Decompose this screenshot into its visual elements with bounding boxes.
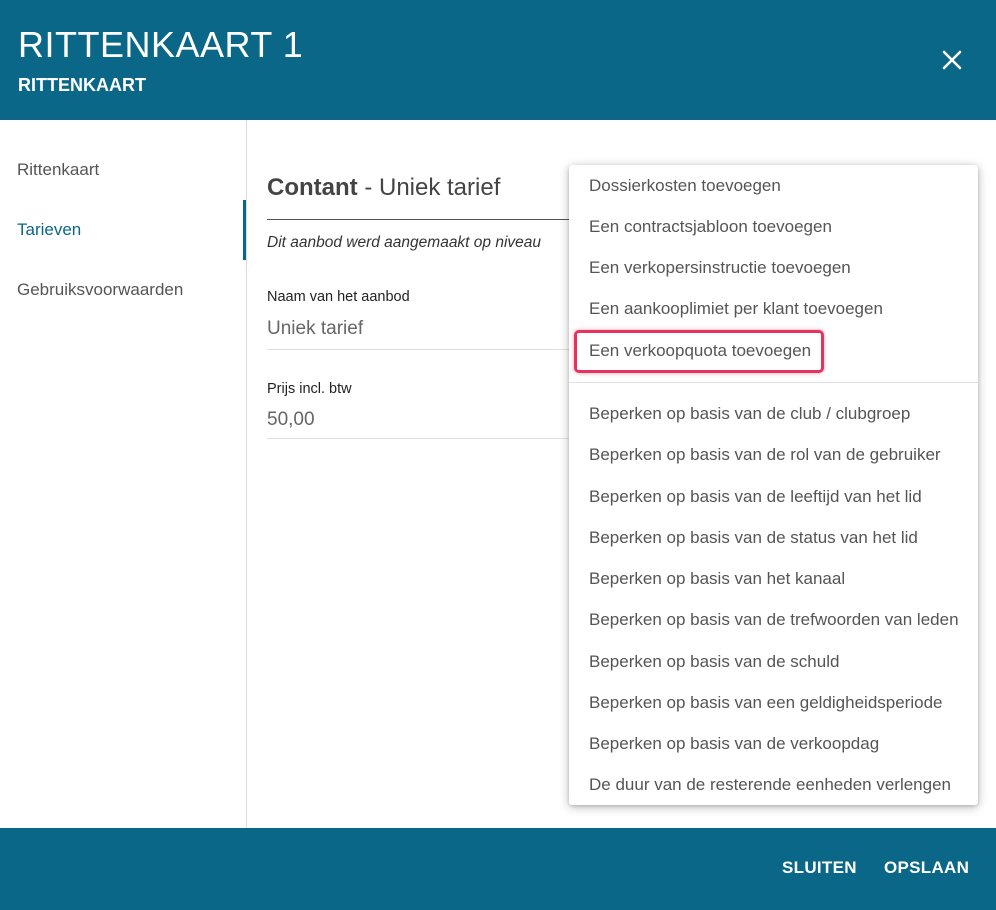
dialog-subtitle: RITTENKAART [18,75,146,95]
sidebar-item-gebruiksvoorwaarden[interactable]: Gebruiksvoorwaarden [0,260,246,320]
add-options-menu: Dossierkosten toevoegen Een contractsjab… [569,165,978,805]
offer-name-label: Naam van het aanbod [267,289,410,305]
offer-note: Dit aanbod werd aangemaakt op niveau [267,234,542,251]
menu-item-rol[interactable]: Beperken op basis van de rol van de gebr… [569,435,978,475]
menu-item-verkopersinstructie[interactable]: Een verkopersinstructie toevoegen [569,248,978,288]
menu-item-status[interactable]: Beperken op basis van de status van het … [569,518,978,558]
dialog-footer: SLUITEN OPSLAAN [0,828,996,910]
offer-name-field[interactable]: Uniek tarief [267,318,363,340]
menu-item-verkoopquota[interactable]: Een verkoopquota toevoegen [569,331,978,371]
sidebar-item-rittenkaart[interactable]: Rittenkaart [0,140,246,200]
close-button[interactable]: SLUITEN [782,858,857,878]
dialog-header: RITTENKAART 1 RITTENKAART [0,0,996,120]
section-title-type: Contant [267,174,358,201]
section-title: Contant - Uniek tarief [267,174,500,202]
section-title-name: - Uniek tarief [357,174,501,201]
menu-item-duur-verlengen[interactable]: De duur van de resterende eenheden verle… [569,765,978,805]
menu-item-contractsjabloon[interactable]: Een contractsjabloon toevoegen [569,207,978,247]
save-button[interactable]: OPSLAAN [884,858,969,878]
title-divider [267,219,597,220]
close-icon[interactable] [938,46,966,74]
price-label: Prijs incl. btw [267,381,352,397]
menu-item-verkoopdag[interactable]: Beperken op basis van de verkoopdag [569,724,978,764]
menu-item-leeftijd[interactable]: Beperken op basis van de leeftijd van he… [569,477,978,517]
menu-item-aankooplimiet[interactable]: Een aankooplimiet per klant toevoegen [569,289,978,329]
sidebar-item-tarieven[interactable]: Tarieven [0,200,246,260]
menu-item-trefwoorden[interactable]: Beperken op basis van de trefwoorden van… [569,600,978,640]
menu-item-kanaal[interactable]: Beperken op basis van het kanaal [569,559,978,599]
price-underline [267,438,597,439]
price-field[interactable]: 50,00 [267,409,315,431]
dialog-title: RITTENKAART 1 [18,24,304,65]
menu-item-schuld[interactable]: Beperken op basis van de schuld [569,642,978,682]
menu-item-club[interactable]: Beperken op basis van de club / clubgroe… [569,394,978,434]
menu-item-dossierkosten[interactable]: Dossierkosten toevoegen [569,166,978,206]
offer-name-underline [267,349,597,350]
menu-divider [569,382,978,383]
menu-item-geldigheidsperiode[interactable]: Beperken op basis van een geldigheidsper… [569,683,978,723]
sidebar: Rittenkaart Tarieven Gebruiksvoorwaarden [0,120,247,828]
